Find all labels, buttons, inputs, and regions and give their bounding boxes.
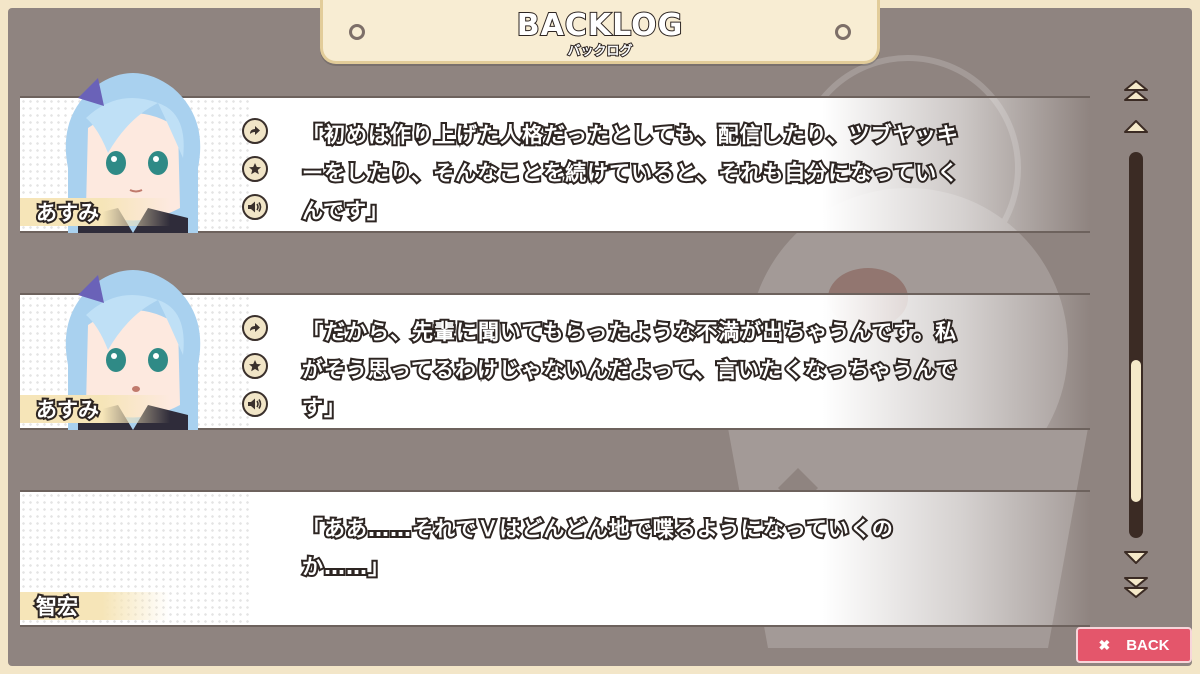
jump-icon[interactable]: [242, 118, 268, 144]
backlog-entry: 智宏 「ああ……それでＶはどんどん地で喋るようになっていくのか……」: [20, 490, 1090, 627]
scroll-track[interactable]: [1129, 152, 1143, 538]
scroll-bottom-icon[interactable]: [1122, 574, 1150, 600]
jump-icon[interactable]: [242, 315, 268, 341]
scroll-down-icon[interactable]: [1122, 544, 1150, 570]
speaker-name: 智宏: [34, 593, 80, 621]
speaker-name: あすみ: [34, 199, 101, 227]
page-title: BACKLOG: [516, 7, 684, 44]
backlog-entry: あすみ 「初めは作り上げた人格だったとしても、配信したり、ツブヤッキーをしたり、…: [20, 73, 1090, 233]
back-button-label: BACK: [1126, 636, 1170, 654]
close-x-icon: ✖: [1098, 636, 1111, 653]
speaker-name: あすみ: [34, 396, 101, 424]
dialogue-text: 「ああ……それでＶはどんどん地で喋るようになっていくのか……」: [300, 515, 895, 581]
scroll-thumb[interactable]: [1129, 358, 1143, 504]
scroll-top-icon[interactable]: [1122, 78, 1150, 104]
scroll-up-icon[interactable]: [1122, 114, 1150, 140]
dialogue-text: 「だから、先輩に聞いてもらったような不満が出ちゃうんです。私がそう思ってるわけじ…: [300, 318, 958, 422]
backlog-scrollbar: [1118, 78, 1154, 608]
entry-actions: [242, 315, 268, 429]
voice-replay-icon[interactable]: [242, 194, 268, 220]
back-button[interactable]: ✖ BACK: [1076, 627, 1192, 663]
backlog-header: BACKLOG バックログ: [320, 0, 880, 64]
voice-replay-icon[interactable]: [242, 391, 268, 417]
page-subtitle: バックログ: [566, 43, 633, 60]
favorite-star-icon[interactable]: [242, 156, 268, 182]
dialogue-text: 「初めは作り上げた人格だったとしても、配信したり、ツブヤッキーをしたり、そんなこ…: [300, 121, 960, 225]
favorite-star-icon[interactable]: [242, 353, 268, 379]
backlog-entry: あすみ 「だから、先輩に聞いてもらったような不満が出ちゃうんです。私がそう思って…: [20, 270, 1090, 430]
entry-actions: [242, 118, 268, 232]
backlog-frame: あすみ 「初めは作り上げた人格だったとしても、配信したり、ツブヤッキーをしたり、…: [8, 8, 1192, 666]
